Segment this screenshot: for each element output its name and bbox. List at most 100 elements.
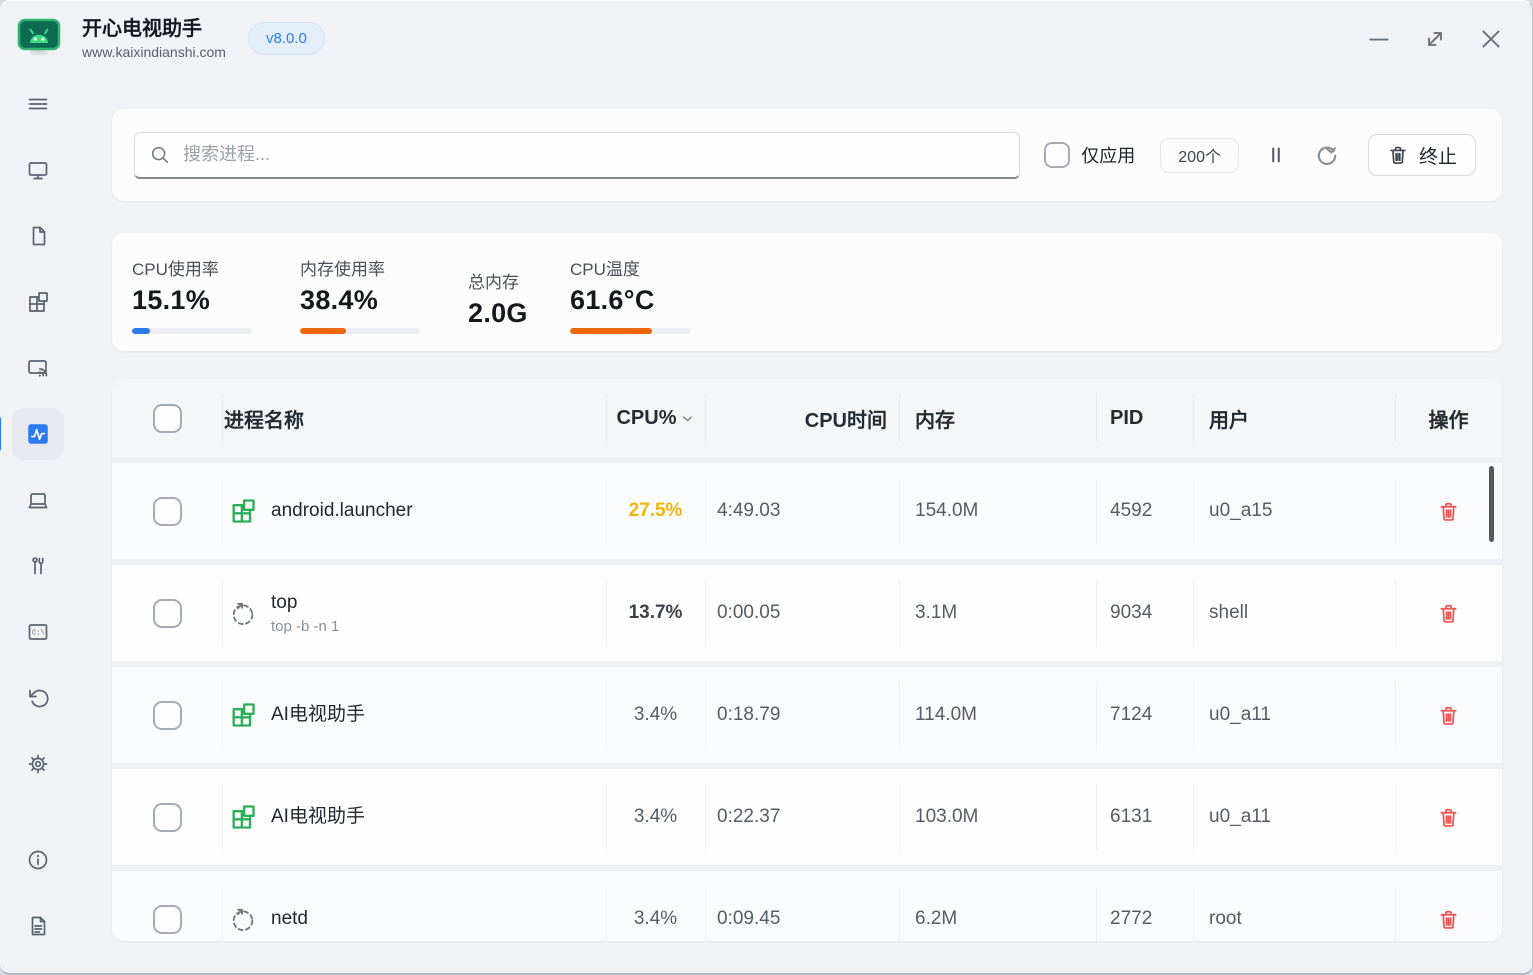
process-name: top	[271, 592, 298, 613]
minimize-button[interactable]	[1364, 24, 1394, 54]
memory: 6.2M	[915, 908, 958, 929]
sort-desc-icon	[680, 411, 695, 426]
user: shell	[1209, 602, 1249, 623]
sidebar-item-logs[interactable]	[13, 904, 63, 948]
app-grid-icon	[28, 292, 48, 312]
row-checkbox[interactable]	[152, 496, 182, 526]
svg-text:C:\: C:\	[32, 630, 45, 638]
menu-icon	[28, 98, 47, 110]
stat-label: 总内存	[468, 273, 519, 292]
only-apps-checkbox[interactable]	[1044, 142, 1071, 168]
table-row: AI电视助手 3.4% 0:18.79 114.0M 7124 u0_a11	[112, 661, 1502, 763]
row-checkbox[interactable]	[152, 700, 182, 730]
process-name: netd	[271, 908, 308, 929]
header-cpu-percent[interactable]: CPU%	[606, 379, 705, 457]
kill-process-icon[interactable]	[1437, 908, 1460, 931]
sidebar-item-terminal[interactable]: C:\	[13, 610, 63, 654]
table-scrollbar-thumb[interactable]	[1489, 466, 1494, 542]
sidebar-item-task-monitor[interactable]	[0, 408, 64, 460]
task-monitor-icon	[27, 424, 48, 444]
kill-process-icon[interactable]	[1437, 806, 1460, 829]
sidebar-item-history[interactable]	[13, 676, 63, 720]
tv-screen-icon	[28, 162, 47, 180]
header-cpu-label: CPU%	[616, 406, 677, 429]
stat-value: 15.1%	[132, 285, 211, 315]
header-cpu-time: CPU时间	[705, 379, 899, 457]
row-checkbox[interactable]	[152, 904, 182, 934]
sidebar-item-app-grid[interactable]	[13, 280, 63, 324]
pause-button[interactable]	[1265, 142, 1287, 168]
version-badge: v8.0.0	[247, 22, 325, 55]
app-window-icon	[228, 700, 258, 730]
kill-process-icon[interactable]	[1437, 704, 1460, 727]
cpu-time: 0:18.79	[717, 704, 781, 725]
info-icon	[28, 850, 47, 870]
apps-folder-icon	[32, 226, 45, 246]
gear-icon	[28, 754, 47, 774]
cpu-time: 4:49.03	[717, 500, 781, 521]
stat-total-memory: 总内存 2.0G	[468, 255, 570, 351]
titlebar: 开心电视助手 www.kaixindianshi.com v8.0.0	[0, 1, 1532, 76]
close-button[interactable]	[1476, 24, 1506, 54]
header-user: 用户	[1193, 379, 1395, 457]
header-pid: PID	[1096, 379, 1193, 457]
stat-label: CPU温度	[570, 260, 640, 279]
sidebar-item-tv[interactable]	[13, 148, 63, 192]
memory: 114.0M	[915, 704, 977, 725]
maximize-button[interactable]	[1420, 24, 1450, 54]
stat-label: 内存使用率	[300, 260, 385, 279]
only-apps-label[interactable]: 仅应用	[1081, 142, 1135, 168]
laptop-icon	[28, 493, 47, 509]
sidebar-item-menu[interactable]	[13, 82, 63, 126]
app-title: 开心电视助手	[82, 17, 202, 40]
row-checkbox[interactable]	[152, 802, 182, 832]
progress-bar	[132, 328, 252, 334]
cpu-percent: 3.4%	[633, 908, 678, 929]
memory: 103.0M	[915, 806, 979, 827]
sidebar-item-screen-cast[interactable]	[13, 346, 63, 390]
process-icon	[228, 598, 258, 628]
sidebar-item-device[interactable]	[13, 478, 63, 522]
sidebar-item-about[interactable]	[13, 838, 63, 882]
search-icon	[151, 146, 169, 163]
app-logo-icon	[16, 16, 62, 62]
sidebar-item-apps-folder[interactable]	[13, 214, 63, 258]
process-icon	[228, 904, 258, 934]
user: u0_a15	[1209, 500, 1273, 521]
kill-process-icon[interactable]	[1437, 602, 1460, 625]
stat-value: 2.0G	[468, 298, 528, 328]
stat-label: CPU使用率	[132, 260, 219, 279]
header-process-name: 进程名称	[222, 379, 606, 457]
terminate-button[interactable]: 终止	[1367, 134, 1476, 176]
table-row: top top -b -n 1 13.7% 0:00.05 3.1M 9034 …	[112, 559, 1502, 661]
process-name: android.launcher	[271, 500, 413, 521]
search-box[interactable]	[134, 131, 1021, 179]
row-checkbox[interactable]	[152, 598, 182, 628]
memory: 154.0M	[915, 500, 979, 521]
select-all-checkbox[interactable]	[152, 403, 182, 433]
table-row: AI电视助手 3.4% 0:22.37 103.0M 6131 u0_a11	[112, 763, 1502, 865]
app-window: 开心电视助手 www.kaixindianshi.com v8.0.0 C:\ …	[0, 0, 1533, 975]
tools-icon	[31, 557, 44, 575]
sidebar-item-settings[interactable]	[13, 742, 63, 786]
sidebar-item-toolbox[interactable]	[13, 544, 63, 588]
kill-process-icon[interactable]	[1437, 500, 1460, 523]
progress-bar	[570, 328, 690, 334]
process-count-badge: 200个	[1160, 137, 1239, 173]
cpu-time: 0:22.37	[717, 806, 781, 827]
stat-cpu-temperature: CPU温度 61.6°C	[570, 255, 770, 351]
header-memory: 内存	[899, 379, 1096, 457]
terminate-label: 终止	[1418, 146, 1457, 168]
table-row: android.launcher 27.5% 4:49.03 154.0M 45…	[112, 457, 1502, 559]
user: u0_a11	[1209, 704, 1271, 725]
search-input[interactable]	[181, 143, 1006, 166]
cpu-percent: 3.4%	[633, 704, 678, 725]
process-name: AI电视助手	[271, 806, 365, 827]
pid: 4592	[1110, 500, 1153, 521]
main-content: 仅应用 200个	[75, 76, 1532, 973]
user: root	[1209, 908, 1242, 929]
table-row: netd 3.4% 0:09.45 6.2M 2772 root	[112, 865, 1502, 941]
app-url: www.kaixindianshi.com	[82, 43, 226, 60]
auto-refresh-icon[interactable]	[1313, 141, 1341, 169]
table-body: android.launcher 27.5% 4:49.03 154.0M 45…	[112, 457, 1502, 941]
